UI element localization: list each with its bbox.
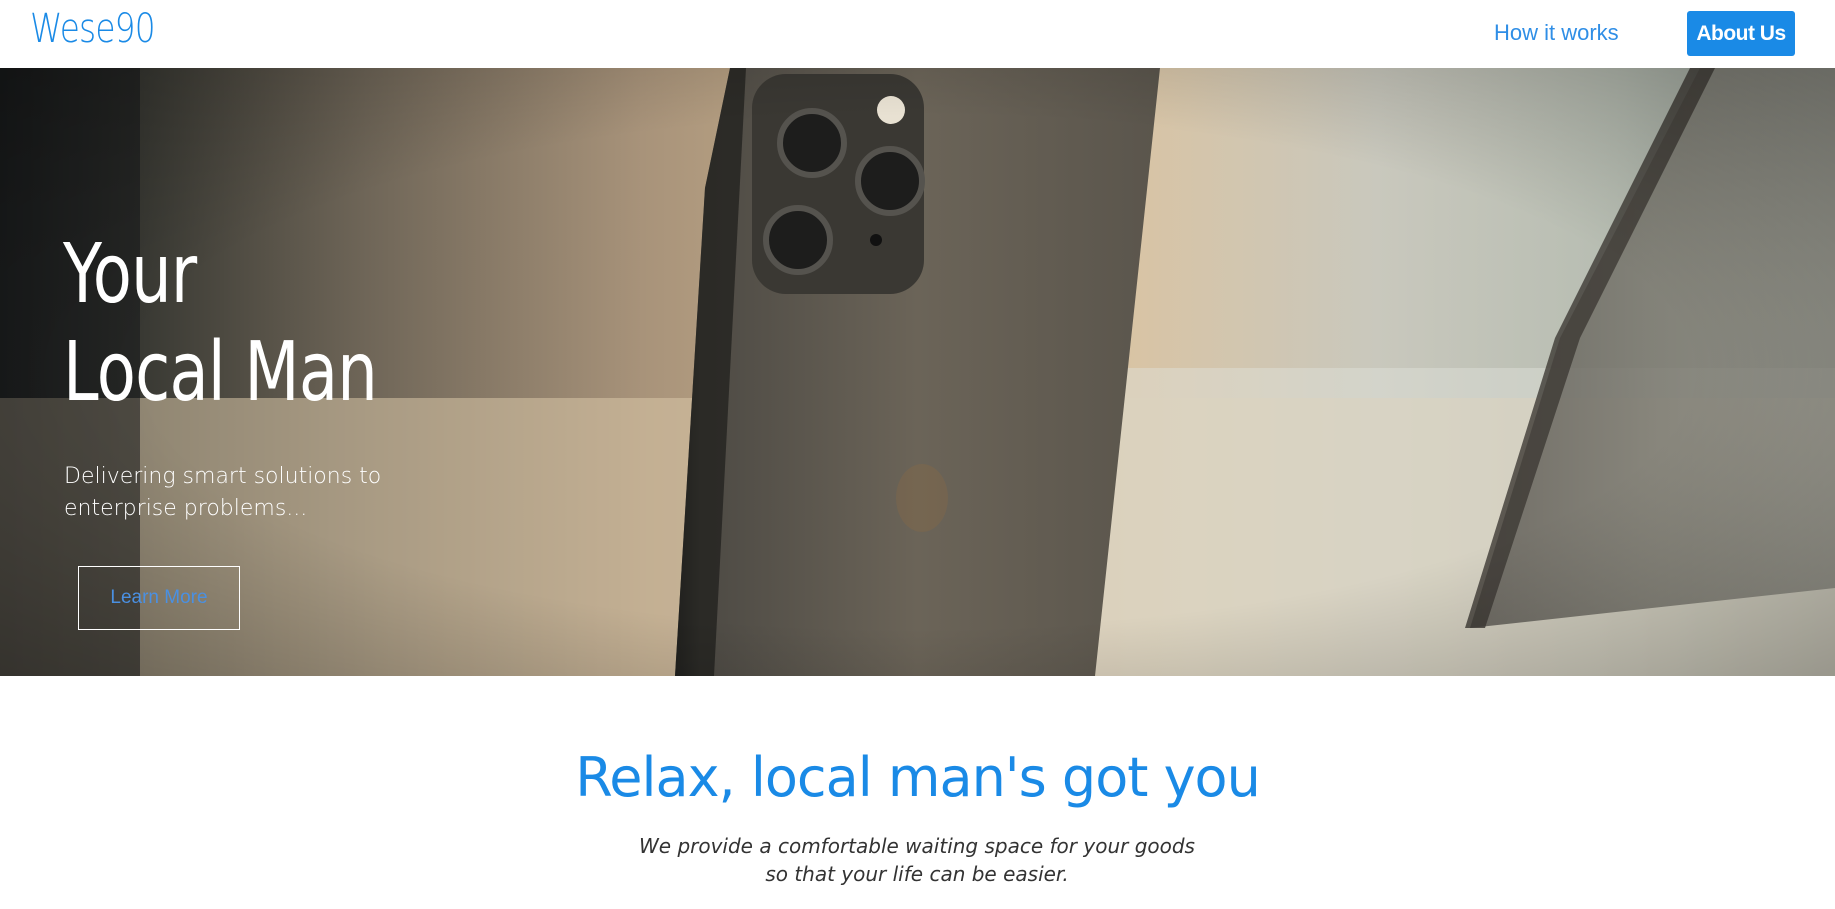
section-title: Relax, local man's got you [575, 746, 1261, 809]
section-subtitle: We provide a comfortable waiting space f… [617, 832, 1217, 888]
brand-logo[interactable]: Wese90 [30, 6, 156, 52]
nav-link-how-it-works[interactable]: How it works [1494, 20, 1619, 46]
about-us-button[interactable]: About Us [1687, 11, 1795, 56]
section-subtitle-line2: so that your life can be easier. [765, 862, 1069, 886]
hero-title: Your Local Man [63, 226, 378, 422]
hero-section: Your Local Man Delivering smart solution… [0, 68, 1835, 676]
learn-more-button[interactable]: Learn More [78, 566, 240, 630]
navbar: Wese90 How it works About Us [0, 0, 1835, 68]
hero-subtitle: Delivering smart solutions to enterprise… [64, 464, 382, 521]
section-subtitle-line1: We provide a comfortable waiting space f… [639, 834, 1195, 858]
hero-title-line1: Your [63, 227, 197, 322]
hero-title-line2: Local Man [63, 325, 378, 420]
